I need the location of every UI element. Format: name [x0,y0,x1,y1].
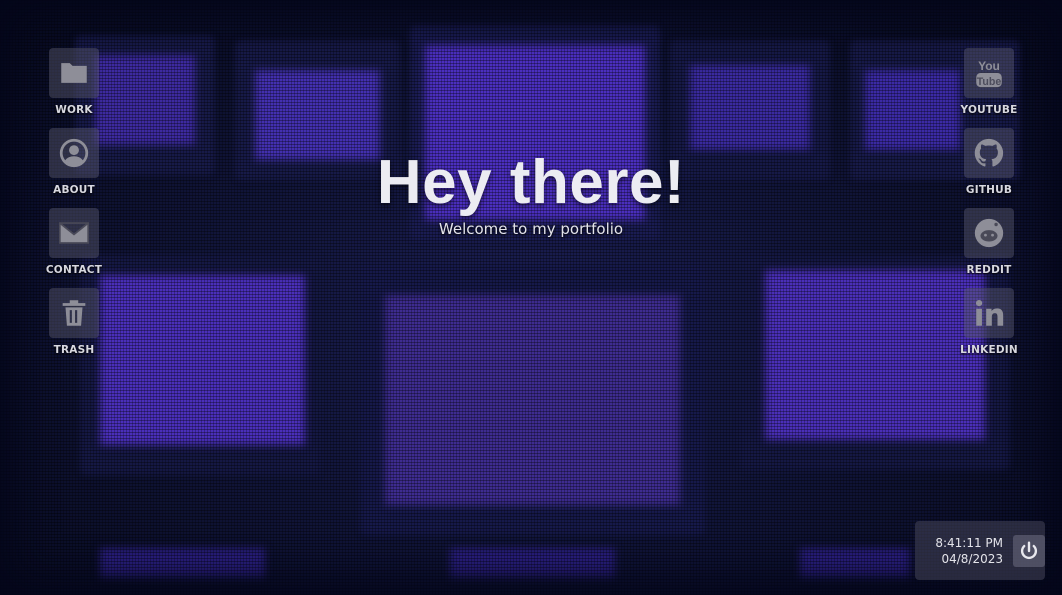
desktop-icon-about[interactable]: ABOUT [29,128,119,208]
reddit-icon [964,208,1014,258]
desktop-icon-label: WORK [55,104,93,116]
desktop-icon-contact[interactable]: CONTACT [29,208,119,288]
desktop-icon-reddit[interactable]: REDDIT [944,208,1034,288]
folder-icon [49,48,99,98]
desktop-icon-youtube[interactable]: You Tube YOUTUBE [944,48,1034,128]
desktop-icon-label: LINKEDIN [960,344,1018,356]
power-icon [1021,541,1037,559]
clock: 8:41:11 PM 04/8/2023 [915,535,1009,567]
user-icon [49,128,99,178]
hero-title: Hey there! [376,148,686,217]
mail-icon [49,208,99,258]
power-button[interactable] [1013,534,1045,567]
desktop-background [0,0,1062,595]
hero-section: Hey there! Welcome to my portfolio [331,148,731,238]
desktop-icon-label: GITHUB [965,184,1013,196]
right-desktop-icons: You Tube YOUTUBE GITHUB REDDIT LINKEDIN [944,48,1034,368]
desktop-icon-label: REDDIT [966,264,1012,276]
desktop-icon-label: CONTACT [45,264,103,276]
linkedin-icon [964,288,1014,338]
trash-icon [49,288,99,338]
desktop-icon-label: YOUTUBE [960,104,1018,116]
hero-subtitle: Welcome to my portfolio [438,220,624,238]
github-icon [964,128,1014,178]
youtube-icon: You Tube [964,48,1014,98]
clock-date: 04/8/2023 [941,551,1003,566]
system-tray: 8:41:11 PM 04/8/2023 [915,521,1045,580]
desktop-icon-work[interactable]: WORK [29,48,119,128]
clock-time: 8:41:11 PM [935,535,1003,550]
desktop-icon-label: ABOUT [53,184,95,196]
desktop-icon-linkedin[interactable]: LINKEDIN [944,288,1034,368]
desktop-icon-github[interactable]: GITHUB [944,128,1034,208]
svg-text:You: You [978,59,1000,73]
left-desktop-icons: WORK ABOUT CONTACT TRASH [29,48,119,368]
svg-text:Tube: Tube [977,76,1002,88]
desktop-icon-label: TRASH [53,344,95,356]
desktop-icon-trash[interactable]: TRASH [29,288,119,368]
